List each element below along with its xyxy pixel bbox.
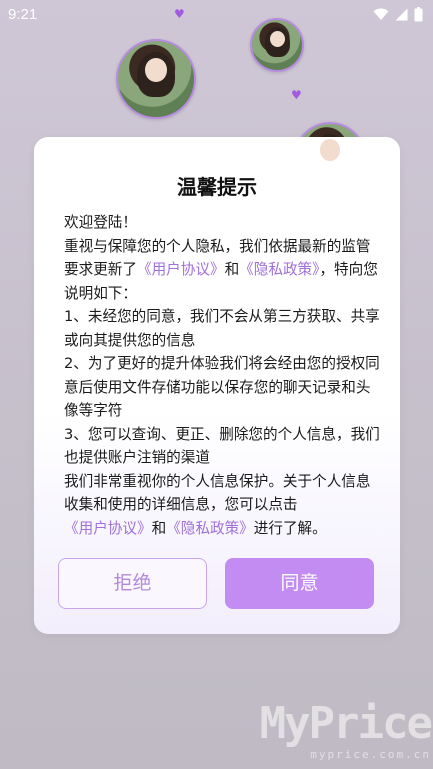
user-agreement-link[interactable]: 《用户协议》 xyxy=(137,261,225,278)
intro-paragraph: 重视与保障您的个人隐私，我们依据最新的监管要求更新了《用户协议》和《隐私政策》，… xyxy=(64,235,380,306)
closing-text: 我们非常重视你的个人信息保护。关于个人信息收集和使用的详细信息，您可以点击 xyxy=(64,472,371,514)
policy-item-1: 1、未经您的同意，我们不会从第三方获取、共享或向其提供您的信息 xyxy=(64,308,380,349)
watermark: MyPrice myprice.com.cn xyxy=(231,698,433,762)
dialog-title: 温馨提示 xyxy=(177,175,257,199)
welcome-text: 欢迎登陆！ xyxy=(64,214,137,231)
status-bar: 9:21 xyxy=(0,0,433,30)
status-time: 9:21 xyxy=(8,6,38,23)
and-text: 和 xyxy=(224,261,240,278)
heart-icon: ♥ xyxy=(291,88,302,102)
user-agreement-link[interactable]: 《用户协议》 xyxy=(64,520,152,537)
privacy-policy-link[interactable]: 《隐私政策》 xyxy=(239,261,319,278)
wifi-icon xyxy=(373,8,389,20)
and-text: 和 xyxy=(151,519,167,537)
closing-paragraph: 我们非常重视你的个人信息保护。关于个人信息收集和使用的详细信息，您可以点击《用户… xyxy=(64,470,380,541)
agree-button[interactable]: 同意 xyxy=(225,558,374,609)
policy-item-3: 3、您可以查询、更正、删除您的个人信息，我们也提供账户注销的渠道 xyxy=(64,425,380,467)
signal-icon xyxy=(395,8,408,21)
avatar-face xyxy=(269,31,285,47)
heart-icon: ♥ xyxy=(174,7,185,21)
closing-suffix: 进行了解。 xyxy=(253,519,327,537)
status-icons xyxy=(373,7,423,22)
avatar-face xyxy=(319,138,341,161)
avatar xyxy=(250,18,304,72)
reject-button[interactable]: 拒绝 xyxy=(58,558,207,609)
battery-icon xyxy=(414,7,423,22)
policy-item-2: 2、为了更好的提升体验我们将会经由您的授权同意后使用文件存储功能以保存您的聊天记… xyxy=(64,355,380,419)
dialog-body: 欢迎登陆！ 重视与保障您的个人隐私，我们依据最新的监管要求更新了《用户协议》和《… xyxy=(64,211,380,540)
privacy-dialog: 温馨提示 欢迎登陆！ 重视与保障您的个人隐私，我们依据最新的监管要求更新了《用户… xyxy=(34,137,400,634)
watermark-logo: MyPrice xyxy=(259,698,433,749)
avatar xyxy=(116,39,196,119)
watermark-url: myprice.com.cn xyxy=(310,748,431,761)
privacy-policy-link[interactable]: 《隐私政策》 xyxy=(166,520,254,537)
